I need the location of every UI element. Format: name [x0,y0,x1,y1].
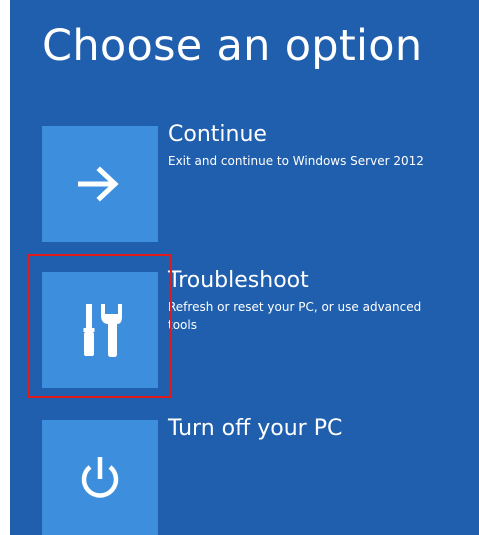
troubleshoot-label: Troubleshoot [168,268,309,293]
choose-option-screen: Choose an option Continue Exit and conti… [10,0,479,535]
troubleshoot-description: Refresh or reset your PC, or use advance… [168,300,422,332]
continue-label: Continue [168,122,267,147]
turn-off-option[interactable]: Turn off your PC [42,416,472,535]
turn-off-tile[interactable] [42,420,158,535]
tools-icon [83,304,122,357]
power-icon [81,457,119,498]
turn-off-label: Turn off your PC [168,416,343,441]
continue-description: Exit and continue to Windows Server 2012 [168,154,424,168]
continue-option[interactable]: Continue Exit and continue to Windows Se… [42,122,472,246]
page-title: Choose an option [42,21,423,71]
continue-tile[interactable] [42,126,158,242]
arrow-right-icon [78,166,119,202]
troubleshoot-tile[interactable] [42,272,158,388]
troubleshoot-option[interactable]: Troubleshoot Refresh or reset your PC, o… [42,268,472,392]
